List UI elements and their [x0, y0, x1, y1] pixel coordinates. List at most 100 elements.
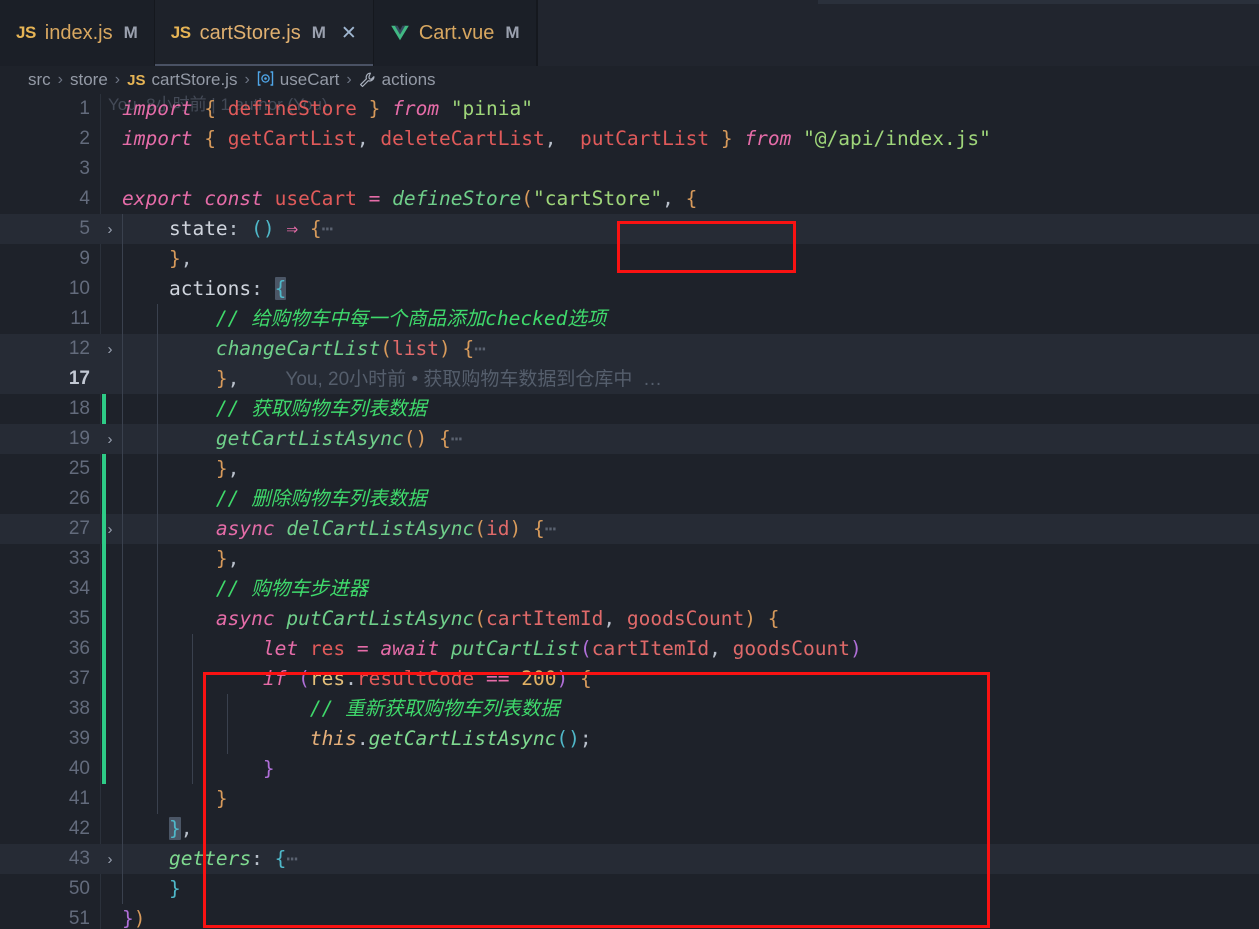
code-line-content[interactable]: // 购物车步进器: [100, 574, 1259, 604]
code-editor[interactable]: You, 8小时前 | 1 author (You) 1 import { def…: [0, 94, 1259, 929]
tab-label: cartStore.js: [199, 21, 301, 44]
tab-index-js[interactable]: JS index.js M: [0, 0, 155, 66]
code-line-content[interactable]: async putCartListAsync(cartItemId, goods…: [100, 604, 1259, 634]
code-line-content[interactable]: }: [100, 784, 1259, 814]
code-line[interactable]: 43 › getters: {⋯: [0, 844, 1259, 874]
code-line[interactable]: 33 },: [0, 544, 1259, 574]
indent-guide: [122, 724, 123, 754]
code-line-content[interactable]: actions: {: [100, 274, 1259, 304]
breadcrumb-item-usecart[interactable]: useCart: [257, 70, 339, 90]
code-line-content[interactable]: import { defineStore } from "pinia": [100, 94, 1259, 124]
code-line-content[interactable]: import { getCartList, deleteCartList, pu…: [100, 124, 1259, 154]
indent-guide: [122, 214, 123, 244]
code-line-content[interactable]: }): [100, 904, 1259, 929]
indent-guide: [122, 544, 123, 574]
breadcrumb-item-store[interactable]: store: [70, 70, 108, 90]
code-line[interactable]: 40 }: [0, 754, 1259, 784]
indent-guide: [157, 424, 158, 454]
code-line-content[interactable]: let res = await putCartList(cartItemId, …: [100, 634, 1259, 664]
code-line-content[interactable]: }: [100, 874, 1259, 904]
code-line[interactable]: 26 // 删除购物车列表数据: [0, 484, 1259, 514]
breadcrumb-item-src[interactable]: src: [28, 70, 51, 90]
code-line[interactable]: 4 export const useCart = defineStore("car…: [0, 184, 1259, 214]
code-line[interactable]: 42 },: [0, 814, 1259, 844]
line-gutter: 35: [0, 604, 106, 634]
code-line-content[interactable]: }: [100, 754, 1259, 784]
code-line-content[interactable]: },: [100, 244, 1259, 274]
code-line-content[interactable]: changeCartList(list) {⋯: [100, 334, 1259, 364]
indent-guide: [122, 334, 123, 364]
breadcrumb-item-cartstore[interactable]: JS cartStore.js: [127, 70, 237, 90]
code-line[interactable]: 36 let res = await putCartList(cartItemI…: [0, 634, 1259, 664]
code-line-content[interactable]: // 获取购物车列表数据: [100, 394, 1259, 424]
code-line[interactable]: 1 import { defineStore } from "pinia": [0, 94, 1259, 124]
code-text: // 给购物车中每一个商品添加checked选项: [215, 307, 607, 330]
code-line-content[interactable]: async delCartListAsync(id) {⋯: [100, 514, 1259, 544]
code-line-content[interactable]: },: [100, 454, 1259, 484]
code-line-content[interactable]: getters: {⋯: [100, 844, 1259, 874]
line-number: 27: [68, 518, 90, 539]
code-line-content[interactable]: },: [100, 814, 1259, 844]
code-line-content[interactable]: // 重新获取购物车列表数据: [100, 694, 1259, 724]
code-line[interactable]: 17 }, You, 20小时前 • 获取购物车数据到仓库中 …: [0, 364, 1259, 394]
breadcrumb-label: cartStore.js: [151, 70, 238, 89]
code-line-content[interactable]: export const useCart = defineStore("cart…: [100, 184, 1259, 214]
code-line-content[interactable]: getCartListAsync() {⋯: [100, 424, 1259, 454]
code-line[interactable]: 50 }: [0, 874, 1259, 904]
code-line[interactable]: 37 if (res.resultCode == 200) {: [0, 664, 1259, 694]
code-line-content[interactable]: state: () ⇒ {⋯: [100, 214, 1259, 244]
js-file-icon: JS: [170, 23, 191, 42]
line-gutter: 5 ›: [0, 214, 112, 244]
code-line[interactable]: 2 import { getCartList, deleteCartList, p…: [0, 124, 1259, 154]
code-line[interactable]: 3: [0, 154, 1259, 184]
code-line[interactable]: 18 // 获取购物车列表数据: [0, 394, 1259, 424]
tab-cart-vue[interactable]: Cart.vue M: [373, 0, 537, 66]
code-line-content[interactable]: // 给购物车中每一个商品添加checked选项: [100, 304, 1259, 334]
code-line[interactable]: 5 › state: () ⇒ {⋯: [0, 214, 1259, 244]
tab-cartstore-js[interactable]: JS cartStore.js M ✕: [154, 0, 374, 66]
line-gutter: 4: [0, 184, 100, 214]
line-number: 25: [68, 458, 90, 479]
code-line-content[interactable]: [100, 154, 1259, 184]
code-line[interactable]: 51}): [0, 904, 1259, 929]
code-line[interactable]: 12 › changeCartList(list) {⋯: [0, 334, 1259, 364]
code-line[interactable]: 39 this.getCartListAsync();: [0, 724, 1259, 754]
line-gutter: 12 ›: [0, 334, 113, 364]
code-line[interactable]: 9 },: [0, 244, 1259, 274]
line-number: 1: [79, 98, 90, 119]
code-text: },: [215, 547, 240, 570]
code-line[interactable]: 11 // 给购物车中每一个商品添加checked选项: [0, 304, 1259, 334]
code-line-content[interactable]: if (res.resultCode == 200) {: [100, 664, 1259, 694]
code-line[interactable]: 35 async putCartListAsync(cartItemId, go…: [0, 604, 1259, 634]
code-text: import { defineStore } from "pinia": [122, 97, 533, 120]
code-line-content[interactable]: // 删除购物车列表数据: [100, 484, 1259, 514]
indent-guide: [157, 514, 158, 544]
code-line[interactable]: 10 actions: {: [0, 274, 1259, 304]
code-text: },: [215, 457, 240, 480]
code-line[interactable]: 27 › async delCartListAsync(id) {⋯: [0, 514, 1259, 544]
variable-icon: [257, 71, 274, 89]
code-line-content[interactable]: }, You, 20小时前 • 获取购物车数据到仓库中 …: [100, 364, 1259, 394]
line-number: 18: [68, 398, 90, 419]
code-line-content[interactable]: this.getCartListAsync();: [100, 724, 1259, 754]
js-file-icon: JS: [16, 23, 36, 42]
line-number: 37: [68, 668, 90, 689]
code-line[interactable]: 38 // 重新获取购物车列表数据: [0, 694, 1259, 724]
line-number: 12: [68, 338, 90, 359]
code-line[interactable]: 25 },: [0, 454, 1259, 484]
indent-guide: [122, 484, 123, 514]
code-line[interactable]: 34 // 购物车步进器: [0, 574, 1259, 604]
code-line[interactable]: 41 }: [0, 784, 1259, 814]
indent-guide: [157, 544, 158, 574]
code-line-content[interactable]: },: [100, 544, 1259, 574]
tab-bar-empty-space: [536, 0, 1259, 66]
breadcrumb-item-actions[interactable]: actions: [359, 70, 436, 90]
close-icon[interactable]: ✕: [341, 24, 357, 43]
line-number: 36: [68, 638, 90, 659]
indent-guide: [192, 754, 193, 784]
line-number: 42: [68, 818, 90, 839]
indent-guide: [122, 274, 123, 304]
code-line[interactable]: 19 › getCartListAsync() {⋯: [0, 424, 1259, 454]
indent-guide: [227, 694, 228, 724]
line-gutter: 10: [0, 274, 100, 304]
